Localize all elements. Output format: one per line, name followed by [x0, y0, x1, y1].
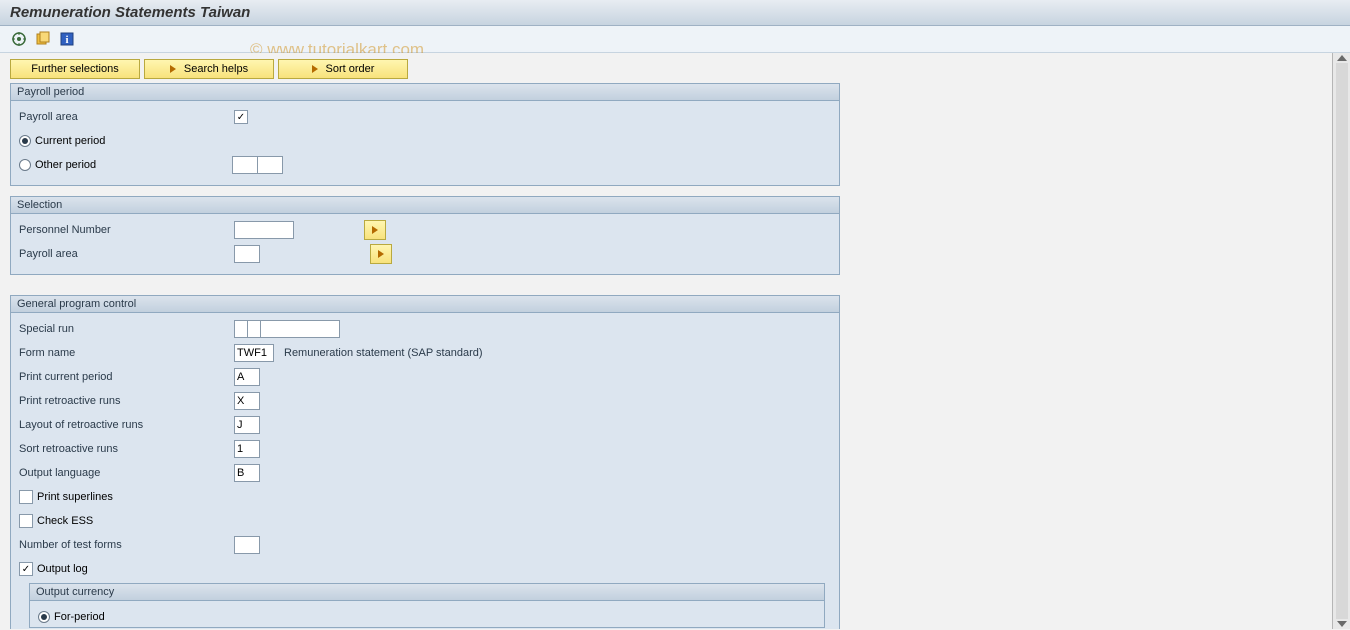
form-name-label: Form name	[19, 347, 234, 359]
num-test-forms-label: Number of test forms	[19, 539, 234, 551]
special-run-label: Special run	[19, 323, 234, 335]
search-helps-label: Search helps	[184, 63, 248, 75]
payroll-area-checkbox[interactable]: ✓	[234, 110, 248, 124]
layout-retro-input[interactable]	[234, 416, 260, 434]
for-period-label: For-period	[54, 611, 105, 623]
payroll-area-multi-button[interactable]	[370, 244, 392, 264]
app-toolbar: i	[0, 26, 1350, 53]
group-title: Payroll period	[11, 84, 839, 101]
scroll-down-icon[interactable]	[1337, 621, 1347, 627]
payroll-area-sel-input[interactable]	[234, 245, 260, 263]
main-content: Further selections Search helps Sort ord…	[0, 53, 1332, 629]
search-helps-button[interactable]: Search helps	[144, 59, 274, 79]
personnel-number-input[interactable]	[234, 221, 294, 239]
group-title: Selection	[11, 197, 839, 214]
sort-order-label: Sort order	[326, 63, 375, 75]
other-period-radio[interactable]	[19, 159, 31, 171]
num-test-forms-input[interactable]	[234, 536, 260, 554]
form-name-input[interactable]	[234, 344, 274, 362]
further-selections-label: Further selections	[31, 63, 118, 75]
arrow-right-icon	[372, 226, 378, 234]
sort-order-button[interactable]: Sort order	[278, 59, 408, 79]
layout-retro-label: Layout of retroactive runs	[19, 419, 234, 431]
for-period-radio[interactable]	[38, 611, 50, 623]
output-log-label: Output log	[37, 563, 88, 575]
selection-toolbar: Further selections Search helps Sort ord…	[10, 59, 1322, 79]
other-period-input-1[interactable]	[232, 156, 258, 174]
print-superlines-checkbox[interactable]	[19, 490, 33, 504]
page-title: Remuneration Statements Taiwan	[0, 0, 1350, 26]
sort-retro-input[interactable]	[234, 440, 260, 458]
special-run-input-1[interactable]	[234, 320, 248, 338]
group-selection: Selection Personnel Number Payroll area	[10, 196, 840, 275]
arrow-right-icon	[378, 250, 384, 258]
print-retro-label: Print retroactive runs	[19, 395, 234, 407]
vertical-scrollbar[interactable]	[1332, 53, 1350, 629]
scroll-up-icon[interactable]	[1337, 55, 1347, 61]
special-run-input-2[interactable]	[247, 320, 261, 338]
group-title: General program control	[11, 296, 839, 313]
output-lang-label: Output language	[19, 467, 234, 479]
current-period-label: Current period	[35, 135, 105, 147]
execute-icon[interactable]	[10, 30, 28, 48]
other-period-label: Other period	[35, 159, 232, 171]
variant-icon[interactable]	[34, 30, 52, 48]
sort-retro-label: Sort retroactive runs	[19, 443, 234, 455]
print-retro-input[interactable]	[234, 392, 260, 410]
check-ess-checkbox[interactable]	[19, 514, 33, 528]
print-superlines-label: Print superlines	[37, 491, 113, 503]
group-title: Output currency	[30, 584, 824, 601]
group-payroll-period: Payroll period Payroll area ✓ Current pe…	[10, 83, 840, 186]
payroll-area-sel-label: Payroll area	[19, 248, 234, 260]
print-current-label: Print current period	[19, 371, 234, 383]
payroll-area-label: Payroll area	[19, 111, 234, 123]
group-general-control: General program control Special run Form…	[10, 295, 840, 629]
form-name-desc: Remuneration statement (SAP standard)	[284, 347, 483, 359]
svg-text:i: i	[65, 34, 68, 46]
output-lang-input[interactable]	[234, 464, 260, 482]
personnel-number-label: Personnel Number	[19, 224, 234, 236]
arrow-right-icon	[312, 65, 318, 73]
output-log-checkbox[interactable]: ✓	[19, 562, 33, 576]
check-ess-label: Check ESS	[37, 515, 93, 527]
personnel-number-multi-button[interactable]	[364, 220, 386, 240]
scroll-track[interactable]	[1336, 63, 1348, 619]
arrow-right-icon	[170, 65, 176, 73]
other-period-input-2[interactable]	[257, 156, 283, 174]
group-output-currency: Output currency For-period	[29, 583, 825, 628]
print-current-input[interactable]	[234, 368, 260, 386]
further-selections-button[interactable]: Further selections	[10, 59, 140, 79]
info-icon[interactable]: i	[58, 30, 76, 48]
current-period-radio[interactable]	[19, 135, 31, 147]
special-run-input-3[interactable]	[260, 320, 340, 338]
